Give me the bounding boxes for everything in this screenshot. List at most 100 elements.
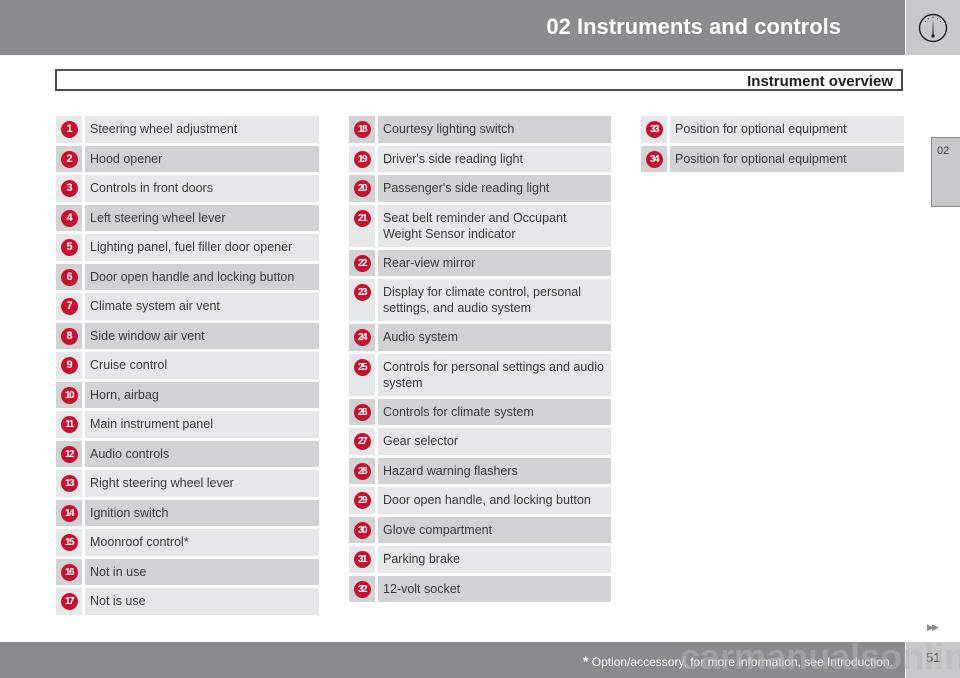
legend-row: 6 Door open handle and locking button	[56, 263, 319, 290]
legend-number-cell: 32	[349, 575, 378, 602]
legend-label: Parking brake	[378, 546, 611, 573]
chapter-side-tab[interactable]: 02	[931, 137, 960, 207]
legend-label: Left steering wheel lever	[85, 204, 319, 231]
chapter-icon-box	[906, 0, 960, 55]
callout-number-badge: 13	[60, 475, 78, 492]
callout-number-badge: 27	[353, 433, 371, 450]
legend-row: 20 Passenger's side reading light	[349, 175, 611, 202]
legend-label: Position for optional equipment	[670, 116, 904, 143]
legend-label: Seat belt reminder and Occupant Weight S…	[378, 204, 611, 247]
legend-row: 24 Audio system	[349, 324, 611, 351]
legend-row: 9 Cruise control	[56, 352, 319, 379]
legend-label: Horn, airbag	[85, 381, 319, 408]
legend-label: Controls for climate system	[378, 398, 611, 425]
legend-label: Side window air vent	[85, 322, 319, 349]
legend-row: 34 Position for optional equipment	[641, 145, 904, 172]
legend-number-cell: 22	[349, 249, 378, 276]
callout-number-badge: 16	[60, 563, 78, 581]
legend-label: Climate system air vent	[85, 293, 319, 320]
side-tab-label: 02	[937, 145, 950, 157]
legend-row: 1 Steering wheel adjustment	[56, 116, 319, 143]
legend-label: Cruise control	[85, 352, 319, 379]
legend-label: Audio system	[378, 324, 611, 351]
legend-number-cell: 21	[349, 204, 378, 247]
callout-number-badge: 33	[645, 121, 663, 138]
callout-number-badge: 32	[353, 580, 371, 598]
legend-number-cell: 26	[349, 398, 378, 425]
callout-number-badge: 12	[60, 445, 78, 463]
legend-number-cell: 9	[56, 352, 85, 379]
legend-number-cell: 11	[56, 411, 85, 438]
legend-number-cell: 10	[56, 381, 85, 408]
legend-number-cell: 13	[56, 470, 85, 497]
legend-row: 19 Driver's side reading light	[349, 145, 611, 172]
legend-label: Lighting panel, fuel filler door opener	[85, 234, 319, 261]
legend-number-cell: 3	[56, 175, 85, 202]
legend-number-cell: 18	[349, 116, 378, 143]
legend-row: 21 Seat belt reminder and Occupant Weight…	[349, 204, 611, 247]
legend-row: 12 Audio controls	[56, 440, 319, 467]
callout-number-badge: 1	[60, 121, 78, 138]
legend-label: Hood opener	[85, 145, 319, 172]
legend-label: Door open handle, and locking button	[378, 487, 611, 514]
callout-number-badge: 5	[60, 239, 78, 256]
legend-label: 12-volt socket	[378, 575, 611, 602]
callout-number-badge: 30	[353, 521, 371, 539]
legend-row: 5 Lighting panel, fuel filler door opener	[56, 234, 319, 261]
callout-number-badge: 25	[353, 358, 371, 376]
legend-label: Glove compartment	[378, 516, 611, 543]
legend-label: Ignition switch	[85, 499, 319, 526]
legend-row: 32 12-volt socket	[349, 575, 611, 602]
legend-label: Not is use	[85, 588, 319, 615]
legend-label: Main instrument panel	[85, 411, 319, 438]
callout-number-badge: 14	[60, 504, 78, 522]
callout-number-badge: 15	[60, 534, 78, 551]
callout-number-badge: 7	[60, 298, 78, 315]
legend-row: 14 Ignition switch	[56, 499, 319, 526]
legend-number-cell: 2	[56, 145, 85, 172]
double-arrow-right-icon: ▶▶	[927, 622, 939, 632]
legend-row: 30 Glove compartment	[349, 516, 611, 543]
footnote-text: Option/accessory, for more information, …	[588, 655, 893, 669]
page-number: 51	[926, 650, 941, 665]
legend-label: Display for climate control, personal se…	[378, 279, 611, 321]
legend-column-3: 33 Position for optional equipment 34 Posit…	[641, 116, 904, 175]
callout-number-badge: 24	[353, 329, 371, 346]
legend-number-cell: 6	[56, 263, 85, 290]
legend-number-cell: 30	[349, 516, 378, 543]
chapter-title: 02 Instruments and controls	[546, 14, 841, 39]
callout-number-badge: 26	[353, 403, 371, 421]
legend-row: 31 Parking brake	[349, 546, 611, 573]
callout-number-badge: 9	[60, 357, 78, 374]
legend-number-cell: 23	[349, 279, 378, 321]
chapter-header-bar: 02 Instruments and controls	[0, 0, 905, 55]
legend-row: 17 Not is use	[56, 588, 319, 615]
legend-label: Right steering wheel lever	[85, 470, 319, 497]
legend-label: Not in use	[85, 558, 319, 585]
legend-row: 22 Rear-view mirror	[349, 249, 611, 276]
legend-label: Door open handle and locking button	[85, 263, 319, 290]
legend-number-cell: 15	[56, 529, 85, 556]
legend-number-cell: 20	[349, 175, 378, 202]
callout-number-badge: 19	[353, 150, 371, 168]
legend-number-cell: 4	[56, 204, 85, 231]
legend-row: 15 Moonroof control*	[56, 529, 319, 556]
callout-number-badge: 21	[353, 209, 371, 227]
gauge-icon	[918, 13, 948, 42]
callout-number-badge: 34	[645, 150, 663, 168]
callout-number-badge: 18	[353, 121, 371, 138]
legend-label: Gear selector	[378, 428, 611, 455]
legend-number-cell: 31	[349, 546, 378, 573]
legend-column-1: 1 Steering wheel adjustment 2 Hood opener 3 C…	[56, 116, 319, 618]
footer-note: * Option/accessory, for more information…	[583, 653, 893, 669]
legend-row: 16 Not in use	[56, 558, 319, 585]
legend-row: 29 Door open handle, and locking button	[349, 487, 611, 514]
legend-row: 10 Horn, airbag	[56, 381, 319, 408]
legend-row: 4 Left steering wheel lever	[56, 204, 319, 231]
legend-label: Hazard warning flashers	[378, 457, 611, 484]
legend-number-cell: 25	[349, 353, 378, 396]
legend-number-cell: 7	[56, 293, 85, 320]
legend-number-cell: 24	[349, 324, 378, 351]
legend-label: Driver's side reading light	[378, 145, 611, 172]
legend-label: Courtesy lighting switch	[378, 116, 611, 143]
